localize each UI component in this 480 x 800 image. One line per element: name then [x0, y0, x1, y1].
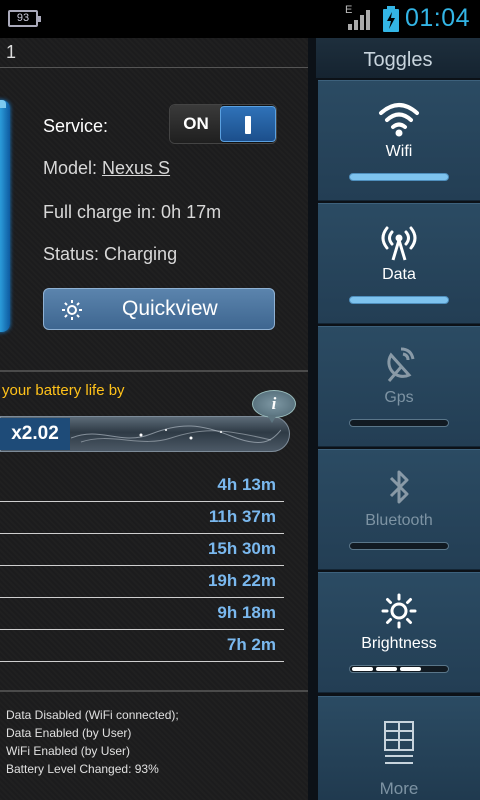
gear-icon	[62, 300, 82, 320]
model-value-link[interactable]: Nexus S	[102, 158, 170, 178]
battery-icon: 93	[8, 10, 41, 27]
list-item: 9h 18m	[0, 598, 284, 630]
toggle-knob[interactable]	[220, 106, 276, 142]
time-value: 11h 37m	[208, 507, 276, 526]
main-panel: 1 Service: ON Model: Nexus S Full charge…	[0, 38, 308, 800]
log-line: Battery Level Changed: 93%	[6, 762, 159, 776]
time-value: 7h 2m	[226, 635, 276, 654]
time-estimates-list: 4h 13m 11h 37m 15h 30m 19h 22m 9h 18m 7h…	[0, 470, 284, 662]
header-text: 1	[6, 42, 17, 62]
toggle-gps[interactable]: Gps	[318, 326, 480, 447]
toggle-wifi[interactable]: Wifi	[318, 80, 480, 201]
info-icon[interactable]: i	[252, 390, 296, 423]
quickview-label: Quickview	[122, 297, 218, 320]
list-item: 7h 2m	[0, 630, 284, 662]
brightness-level-bar	[349, 665, 449, 673]
time-value: 19h 22m	[207, 571, 276, 590]
toggle-label: Bluetooth	[365, 512, 433, 529]
toggles-title: Toggles	[316, 38, 480, 78]
toggle-label: Gps	[384, 389, 414, 406]
list-item: 4h 13m	[0, 470, 284, 502]
more-label: More	[379, 779, 419, 798]
toggle-indicator-bar	[349, 419, 449, 427]
status-bar: 93 E 01:04	[0, 0, 480, 38]
model-label: Model:	[43, 158, 103, 178]
signal-icon	[348, 10, 370, 30]
time-value: 4h 13m	[217, 475, 276, 494]
battery-level-text: 93	[16, 12, 30, 24]
service-label: Service:	[43, 116, 109, 136]
battery-graphic	[0, 100, 10, 332]
toggle-label: Wifi	[385, 143, 413, 160]
level-segment	[400, 667, 421, 671]
data-antenna-icon	[381, 226, 417, 261]
toggle-indicator-bar	[349, 296, 449, 304]
bluetooth-icon	[389, 470, 409, 504]
grid-menu-icon	[384, 721, 414, 764]
level-segment	[376, 667, 397, 671]
level-segment	[352, 667, 373, 671]
quickview-button[interactable]: Quickview	[43, 288, 275, 330]
toggle-label: Brightness	[361, 635, 437, 652]
clock-time: 01:04	[404, 4, 470, 32]
full-charge-text: Full charge in: 0h 17m	[43, 202, 222, 222]
toggle-data[interactable]: Data	[318, 203, 480, 324]
time-value: 9h 18m	[217, 603, 276, 622]
toggle-bluetooth[interactable]: Bluetooth	[318, 449, 480, 570]
swirl-decoration	[71, 425, 281, 444]
list-item: 19h 22m	[0, 566, 284, 598]
log-line: Data Enabled (by User)	[6, 726, 132, 740]
gps-satellite-icon	[387, 347, 415, 382]
status-text: Status: Charging	[43, 244, 178, 264]
charging-icon	[383, 6, 399, 32]
time-value: 15h 30m	[207, 539, 276, 558]
log-line: WiFi Enabled (by User)	[6, 744, 131, 758]
wifi-icon	[379, 103, 419, 137]
toggle-indicator-bar	[349, 173, 449, 181]
divider	[0, 690, 308, 692]
list-item: 15h 30m	[0, 534, 284, 566]
divider	[0, 370, 308, 372]
toggle-brightness[interactable]: Brightness	[318, 572, 480, 693]
log-line: Data Disabled (WiFi connected);	[6, 708, 179, 722]
list-item: 11h 37m	[0, 502, 284, 534]
toggle-label: Data	[382, 266, 416, 283]
main-header: 1	[0, 38, 308, 68]
toggle-indicator-bar	[349, 542, 449, 550]
brightness-sun-icon	[381, 593, 417, 629]
more-button[interactable]: More	[318, 696, 480, 800]
service-toggle-state: ON	[170, 105, 222, 143]
extend-battery-text: your battery life by	[2, 382, 125, 399]
service-toggle[interactable]: ON	[169, 104, 277, 144]
event-log: Data Disabled (WiFi connected); Data Ena…	[6, 706, 179, 778]
multiplier-value: x2.02	[0, 418, 70, 450]
model-row: Model: Nexus S	[43, 158, 170, 179]
